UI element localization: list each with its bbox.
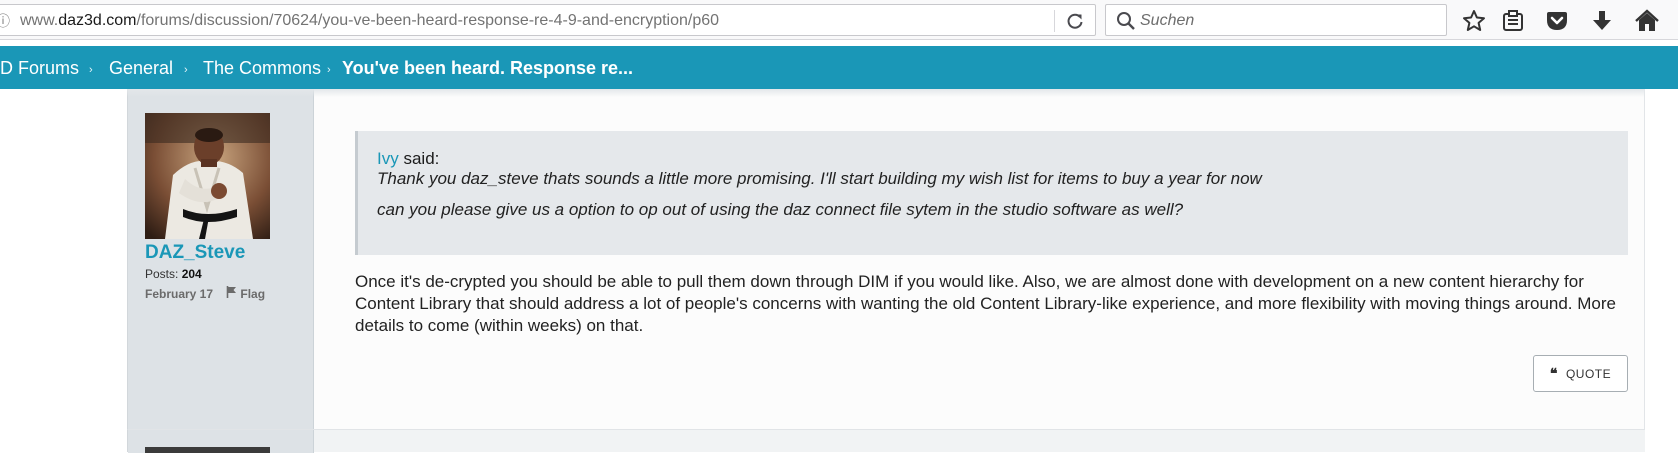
- post-body: Once it's de-crypted you should be able …: [355, 272, 1616, 335]
- posts-count: 204: [181, 267, 202, 281]
- posts-label: Posts:: [145, 267, 179, 281]
- breadcrumb-the-commons[interactable]: The Commons: [203, 58, 321, 79]
- breadcrumb-separator: ›: [327, 64, 331, 76]
- next-post: [127, 429, 1645, 453]
- breadcrumb-general[interactable]: General: [109, 58, 173, 79]
- quote-block: Ivy said: Thank you daz_steve thats soun…: [355, 131, 1628, 255]
- flag-link[interactable]: Flag: [226, 286, 265, 301]
- url-divider: [1054, 10, 1055, 32]
- next-avatar[interactable]: [145, 447, 270, 453]
- breadcrumb-forums[interactable]: D Forums: [0, 58, 79, 79]
- author-username[interactable]: DAZ_Steve: [145, 242, 245, 264]
- quote-line-1: Thank you daz_steve thats sounds a littl…: [377, 169, 1262, 188]
- bookmark-star-icon[interactable]: [1461, 8, 1487, 34]
- home-icon[interactable]: [1634, 8, 1660, 34]
- reading-list-icon[interactable]: [1500, 8, 1526, 34]
- quote-button[interactable]: ❝ QUOTE: [1533, 355, 1628, 392]
- search-icon: [1116, 11, 1136, 31]
- url-prefix: www.: [20, 12, 59, 29]
- browser-toolbar: ⓘ www.daz3d.com/forums/discussion/70624/…: [0, 0, 1678, 40]
- avatar[interactable]: [145, 113, 270, 239]
- url-bar[interactable]: ⓘ www.daz3d.com/forums/discussion/70624/…: [0, 4, 1096, 36]
- reload-icon[interactable]: [1064, 10, 1086, 32]
- next-author-panel: [128, 430, 314, 453]
- breadcrumb-separator: ›: [89, 64, 93, 76]
- post-meta: February 17 Flag: [145, 286, 265, 301]
- said-label: said:: [403, 149, 440, 168]
- flag-icon: [226, 286, 237, 301]
- url-path: /forums/discussion/70624/you-ve-been-hea…: [136, 12, 720, 29]
- quote-attribution: Ivy said:: [377, 149, 439, 169]
- forum-post: DAZ_Steve Posts: 204 February 17 Flag Iv…: [127, 89, 1645, 429]
- post-date[interactable]: February 17: [145, 287, 213, 301]
- quote-icon: ❝: [1549, 365, 1558, 382]
- author-post-count: Posts: 204: [145, 267, 202, 281]
- author-panel: DAZ_Steve Posts: 204 February 17 Flag: [128, 89, 314, 429]
- url-host: daz3d.com: [58, 12, 137, 29]
- search-bar[interactable]: [1105, 4, 1447, 36]
- breadcrumb-separator: ›: [184, 64, 188, 76]
- quote-line-2: can you please give us a option to op ou…: [377, 200, 1184, 219]
- post-top-shadow: [127, 89, 1645, 97]
- flag-label: Flag: [240, 286, 266, 301]
- info-icon[interactable]: ⓘ: [0, 11, 10, 30]
- download-icon[interactable]: [1589, 8, 1615, 34]
- quoted-user-link[interactable]: Ivy: [377, 149, 399, 168]
- forum-breadcrumb: D Forums › General › The Commons › You'v…: [0, 46, 1678, 89]
- url-text[interactable]: www.daz3d.com/forums/discussion/70624/yo…: [20, 12, 719, 30]
- pocket-icon[interactable]: [1544, 8, 1570, 34]
- search-input[interactable]: [1140, 10, 1430, 32]
- quote-button-label: QUOTE: [1565, 366, 1612, 381]
- breadcrumb-current: You've been heard. Response re...: [342, 58, 634, 78]
